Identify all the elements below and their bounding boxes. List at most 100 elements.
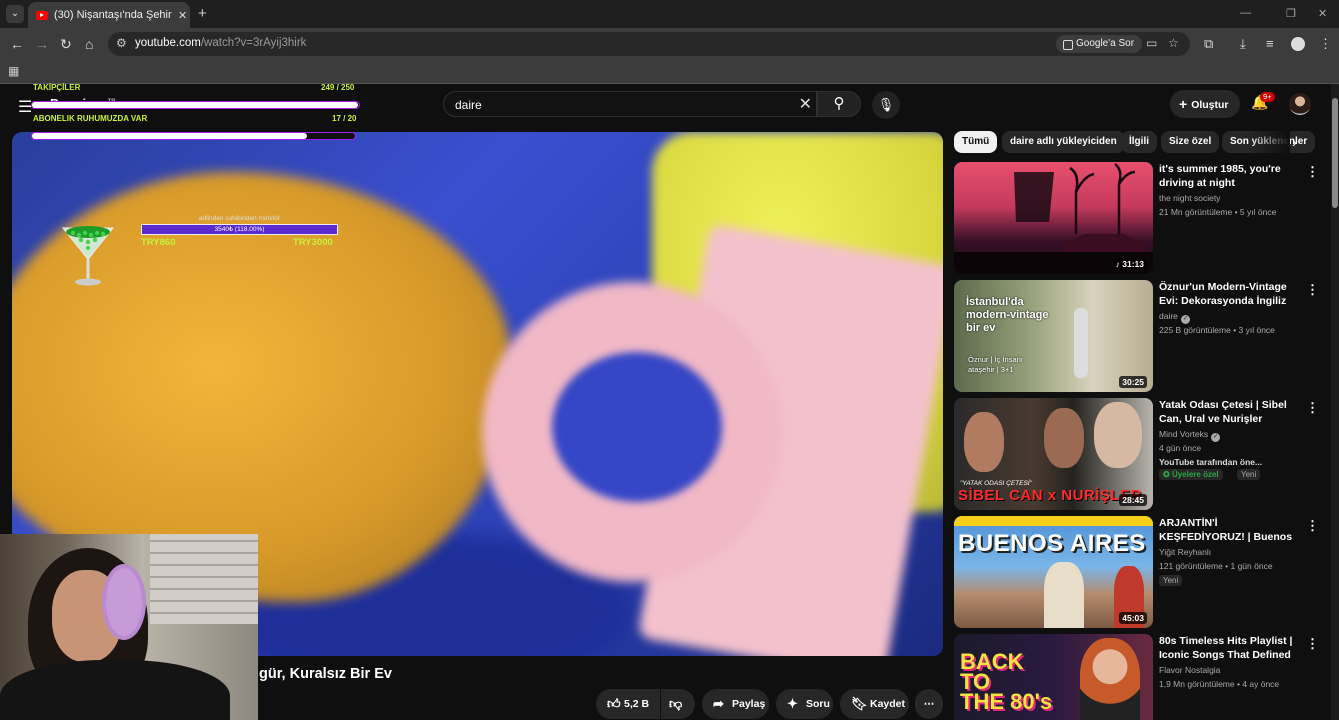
video-meta: 21 Mn görüntüleme • 5 yıl önce (1159, 207, 1277, 217)
thumbnail-subcaption: Öznur | İç İnsanı ataşehir | 3+1 (968, 355, 1023, 374)
tab-title: (30) Nişantaşı'nda Şehirden Soy (54, 9, 172, 21)
clear-search-icon[interactable]: ✕ (799, 94, 812, 114)
headphones-icon (102, 564, 146, 640)
more-vertical-icon[interactable]: ⋮ (1306, 518, 1319, 534)
thumbnail-small-text: "YATAK ODASI ÇETESİ" (960, 480, 1032, 487)
video-thumbnail[interactable]: BUENOS AIRES 45:03 (954, 516, 1153, 628)
video-title[interactable]: ARJANTİN'İ KEŞFEDİYORUZ! | Buenos Aires'… (1159, 516, 1304, 544)
ask-label: Soru (806, 698, 830, 710)
search-query: daire (455, 98, 482, 112)
channel-name-text: Mind Vorteks (1159, 429, 1209, 439)
sparkle-icon: ✦ (787, 696, 798, 711)
hamburger-menu-icon[interactable]: ☰ (18, 97, 32, 117)
extensions-icon[interactable]: ⧉ (1204, 37, 1213, 51)
subs-progress-fill (32, 133, 307, 139)
tab-close-icon[interactable]: ✕ (178, 9, 187, 22)
search-icon: ⚲ (833, 95, 845, 112)
video-title[interactable]: 80s Timeless Hits Playlist | Iconic Song… (1159, 634, 1304, 662)
forward-arrow-icon[interactable]: → (35, 36, 49, 52)
channel-name[interactable]: the night society (1159, 193, 1220, 203)
bookmark-star-icon[interactable]: ☆ (1168, 36, 1179, 50)
like-button[interactable]: 👍︎ 5,2 B (596, 689, 660, 719)
scrollbar-thumb[interactable] (1332, 98, 1338, 208)
plus-icon: + (1179, 96, 1188, 112)
youtube-page: ☰ PremiumTR daire ✕ ⚲ 🎙 +Oluştur 🔔9+ adl… (0, 83, 1339, 720)
tab-list-chevron-icon[interactable]: ⌄ (6, 5, 24, 23)
donation-goal-bar: 3540₺ (118.00%) (141, 224, 338, 235)
back-arrow-icon[interactable]: ← (10, 36, 24, 52)
video-title[interactable]: Öznur'un Modern-Vintage Evi: Dekorasyond… (1159, 280, 1304, 308)
recommended-video[interactable]: İstanbul'da modern-vintage bir ev Öznur … (954, 280, 1334, 392)
video-meta: 121 görüntüleme • 1 gün önce (1159, 561, 1273, 571)
channel-name[interactable]: Flavor Nostalgia (1159, 665, 1220, 675)
browser-toolbar: ← → ↻ ⌂ ⚙ youtube.com/watch?v=3rAyij3hir… (0, 28, 1339, 60)
dislike-button[interactable]: 👎︎ (661, 689, 695, 719)
recommended-video[interactable]: ♪ 31:13 it's summer 1985, you're driving… (954, 162, 1334, 274)
site-info-icon[interactable]: ⚙ (116, 36, 127, 50)
create-button[interactable]: + Oluştur (1170, 90, 1240, 118)
subs-count: 17 / 20 (332, 114, 357, 123)
profile-icon[interactable] (1291, 37, 1305, 51)
search-button[interactable]: ⚲ (817, 91, 861, 117)
webcam-person-body (0, 660, 230, 720)
ask-button[interactable]: ✦ Soru (776, 689, 833, 719)
share-button[interactable]: ➦ Paylaş (702, 689, 769, 719)
video-meta: 1,9 Mn görüntüleme • 4 ay önce (1159, 679, 1280, 689)
home-icon[interactable]: ⌂ (85, 36, 93, 52)
chip-related[interactable]: İlgili (1121, 131, 1157, 153)
apps-grid-icon[interactable]: ▦ (8, 64, 19, 78)
address-bar[interactable]: ⚙ youtube.com/watch?v=3rAyij3hirk Google… (108, 32, 1190, 56)
video-title[interactable]: Yatak Odası Çetesi | Sibel Can, Ural ve … (1159, 398, 1304, 426)
more-vertical-icon[interactable]: ⋮ (1306, 164, 1319, 180)
new-tab-plus-icon[interactable]: + (198, 6, 207, 21)
page-scrollbar[interactable] (1331, 84, 1339, 720)
voice-search-mic-icon[interactable]: 🎙 (872, 91, 900, 119)
channel-name[interactable]: Yiğit Reyhanlı (1159, 547, 1211, 557)
share-arrow-icon: ➦ (713, 696, 724, 711)
video-thumbnail[interactable]: "YATAK ODASI ÇETESİ" SİBEL CAN x NURİŞLE… (954, 398, 1153, 510)
cast-icon[interactable]: ▭ (1146, 36, 1157, 50)
video-title[interactable]: it's summer 1985, you're driving at nigh… (1159, 162, 1304, 190)
search-input[interactable]: daire ✕ (443, 91, 817, 117)
browser-menu-icon[interactable]: ⋮ (1319, 37, 1332, 51)
subs-label: ABONELIK RUHUMUZDA VAR (33, 114, 148, 123)
thumbs-down-icon: 👎︎ (669, 696, 683, 711)
channel-name-text: daire (1159, 311, 1178, 321)
more-actions-button[interactable]: ⋯ (915, 689, 943, 719)
video-thumbnail[interactable]: BACK TO THE 80's (954, 634, 1153, 720)
channel-name[interactable]: daire ✓ (1159, 311, 1190, 324)
close-window-icon[interactable]: ✕ (1318, 7, 1327, 20)
more-vertical-icon[interactable]: ⋮ (1306, 400, 1319, 416)
restore-icon[interactable]: ❐ (1286, 7, 1296, 20)
chip-all[interactable]: Tümü (954, 131, 998, 153)
media-control-icon[interactable]: ≡ (1266, 37, 1274, 51)
save-button[interactable]: 🔖︎ Kaydet (840, 689, 909, 719)
more-vertical-icon[interactable]: ⋮ (1306, 282, 1319, 298)
like-count: 5,2 B (624, 698, 650, 710)
chevron-right-icon[interactable]: › (1292, 134, 1297, 150)
minimize-icon[interactable]: — (1240, 7, 1251, 19)
video-thumbnail[interactable]: İstanbul'da modern-vintage bir ev Öznur … (954, 280, 1153, 392)
channel-name[interactable]: Mind Vorteks ✓ (1159, 429, 1221, 442)
followers-progress-fill (32, 102, 358, 108)
google-ask-button[interactable]: Google'a Sor (1056, 35, 1143, 53)
recommended-video[interactable]: BACK TO THE 80's 80s Timeless Hits Playl… (954, 634, 1334, 720)
chip-from-uploader[interactable]: daire adlı yükleyiciden (1002, 131, 1125, 153)
goal-max-amount: TRY3000 (293, 237, 333, 248)
bookmark-icon: 🔖︎ (851, 696, 868, 711)
video-thumbnail[interactable]: ♪ 31:13 (954, 162, 1153, 274)
recommended-video[interactable]: BUENOS AIRES 45:03 ARJANTİN'İ KEŞFEDİYOR… (954, 516, 1334, 628)
more-vertical-icon[interactable]: ⋮ (1306, 636, 1319, 652)
account-avatar[interactable] (1289, 93, 1311, 115)
download-icon[interactable]: ⤓ (1240, 37, 1246, 51)
thumbnail-title-text: SİBEL CAN x NURİŞLER (958, 487, 1142, 504)
webcam-background-shelf (150, 534, 258, 624)
followers-progress-bar (31, 101, 360, 109)
browser-tab-active[interactable]: (30) Nişantaşı'nda Şehirden Soy ✕ (28, 2, 190, 28)
new-badge: Yeni (1237, 469, 1261, 480)
reload-icon[interactable]: ↻ (60, 36, 72, 52)
chip-for-you[interactable]: Size özel (1161, 131, 1220, 153)
notifications-bell-icon[interactable]: 🔔 9+ (1251, 92, 1275, 111)
duration-text: 31:13 (1122, 259, 1144, 269)
recommended-video[interactable]: "YATAK ODASI ÇETESİ" SİBEL CAN x NURİŞLE… (954, 398, 1334, 510)
